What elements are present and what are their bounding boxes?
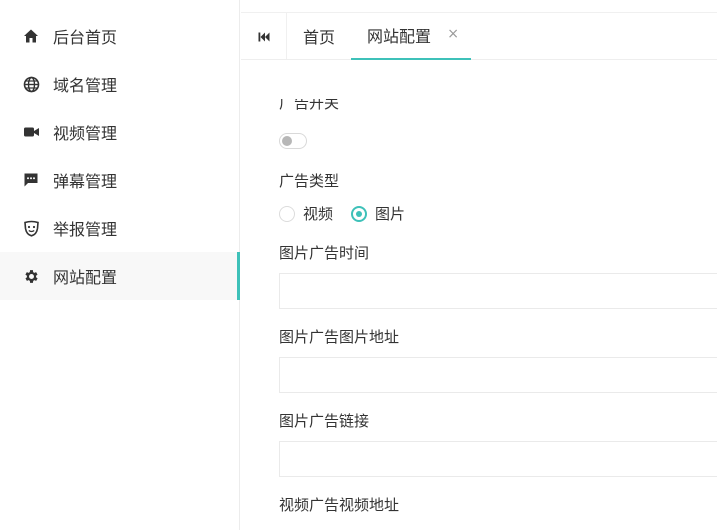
sidebar-item-label: 视频管理	[53, 124, 118, 143]
tab-home[interactable]: 首页	[287, 13, 351, 59]
tab-label: 首页	[303, 28, 336, 47]
sidebar: 后台首页 域名管理 视频管理 弹幕管理 举报管理 网站配置	[0, 0, 240, 530]
tab-label: 网站配置	[367, 27, 432, 46]
radio-label: 视频	[303, 205, 334, 223]
comment-icon	[22, 171, 40, 189]
radio-label: 图片	[375, 205, 406, 223]
ad-type-radio-group: 视频 图片	[279, 203, 423, 224]
sidebar-item-label: 举报管理	[53, 220, 118, 239]
gear-icon	[22, 267, 40, 285]
radio-video[interactable]: 视频	[279, 203, 333, 224]
tab-bar: 首页 网站配置 ×	[241, 12, 717, 60]
image-ad-url-label: 图片广告图片地址	[279, 328, 400, 346]
sidebar-item-home[interactable]: 后台首页	[0, 12, 239, 60]
image-ad-time-label: 图片广告时间	[279, 244, 370, 262]
video-camera-icon	[22, 123, 40, 141]
radio-circle	[279, 205, 295, 222]
mask-icon	[22, 219, 40, 237]
switch-knob	[282, 136, 292, 146]
ad-switch-toggle[interactable]	[279, 133, 307, 149]
sidebar-item-label: 域名管理	[53, 76, 118, 95]
content-area: 广告开关 广告类型 视频 图片 图片广告时间 图片广告图片地址 图片广告链接 视…	[241, 61, 717, 530]
image-ad-url-input[interactable]	[279, 357, 717, 393]
sidebar-item-domains[interactable]: 域名管理	[0, 60, 239, 108]
radio-image[interactable]: 图片	[351, 203, 405, 224]
sidebar-item-reports[interactable]: 举报管理	[0, 204, 239, 252]
sidebar-item-videos[interactable]: 视频管理	[0, 108, 239, 156]
radio-circle	[351, 205, 368, 222]
app-window: 后台首页 域名管理 视频管理 弹幕管理 举报管理 网站配置 首页 网站配置 × …	[0, 0, 717, 530]
sidebar-item-label: 网站配置	[53, 268, 118, 287]
sidebar-item-site-config[interactable]: 网站配置	[0, 252, 240, 300]
sidebar-item-danmaku[interactable]: 弹幕管理	[0, 156, 239, 204]
image-ad-link-input[interactable]	[279, 441, 717, 477]
ad-switch-label: 广告开关	[279, 99, 340, 112]
ad-type-label: 广告类型	[279, 172, 340, 190]
sidebar-item-label: 后台首页	[53, 28, 118, 47]
image-ad-link-label: 图片广告链接	[279, 412, 370, 430]
tab-prev-button[interactable]	[241, 13, 287, 59]
close-icon[interactable]: ×	[447, 26, 459, 42]
tab-site-config[interactable]: 网站配置 ×	[351, 12, 472, 60]
home-icon	[22, 27, 40, 45]
globe-icon	[22, 75, 40, 93]
sidebar-item-label: 弹幕管理	[53, 172, 118, 191]
video-ad-url-label: 视频广告视频地址	[279, 496, 400, 514]
image-ad-time-input[interactable]	[279, 273, 717, 309]
skip-back-icon	[258, 27, 270, 46]
